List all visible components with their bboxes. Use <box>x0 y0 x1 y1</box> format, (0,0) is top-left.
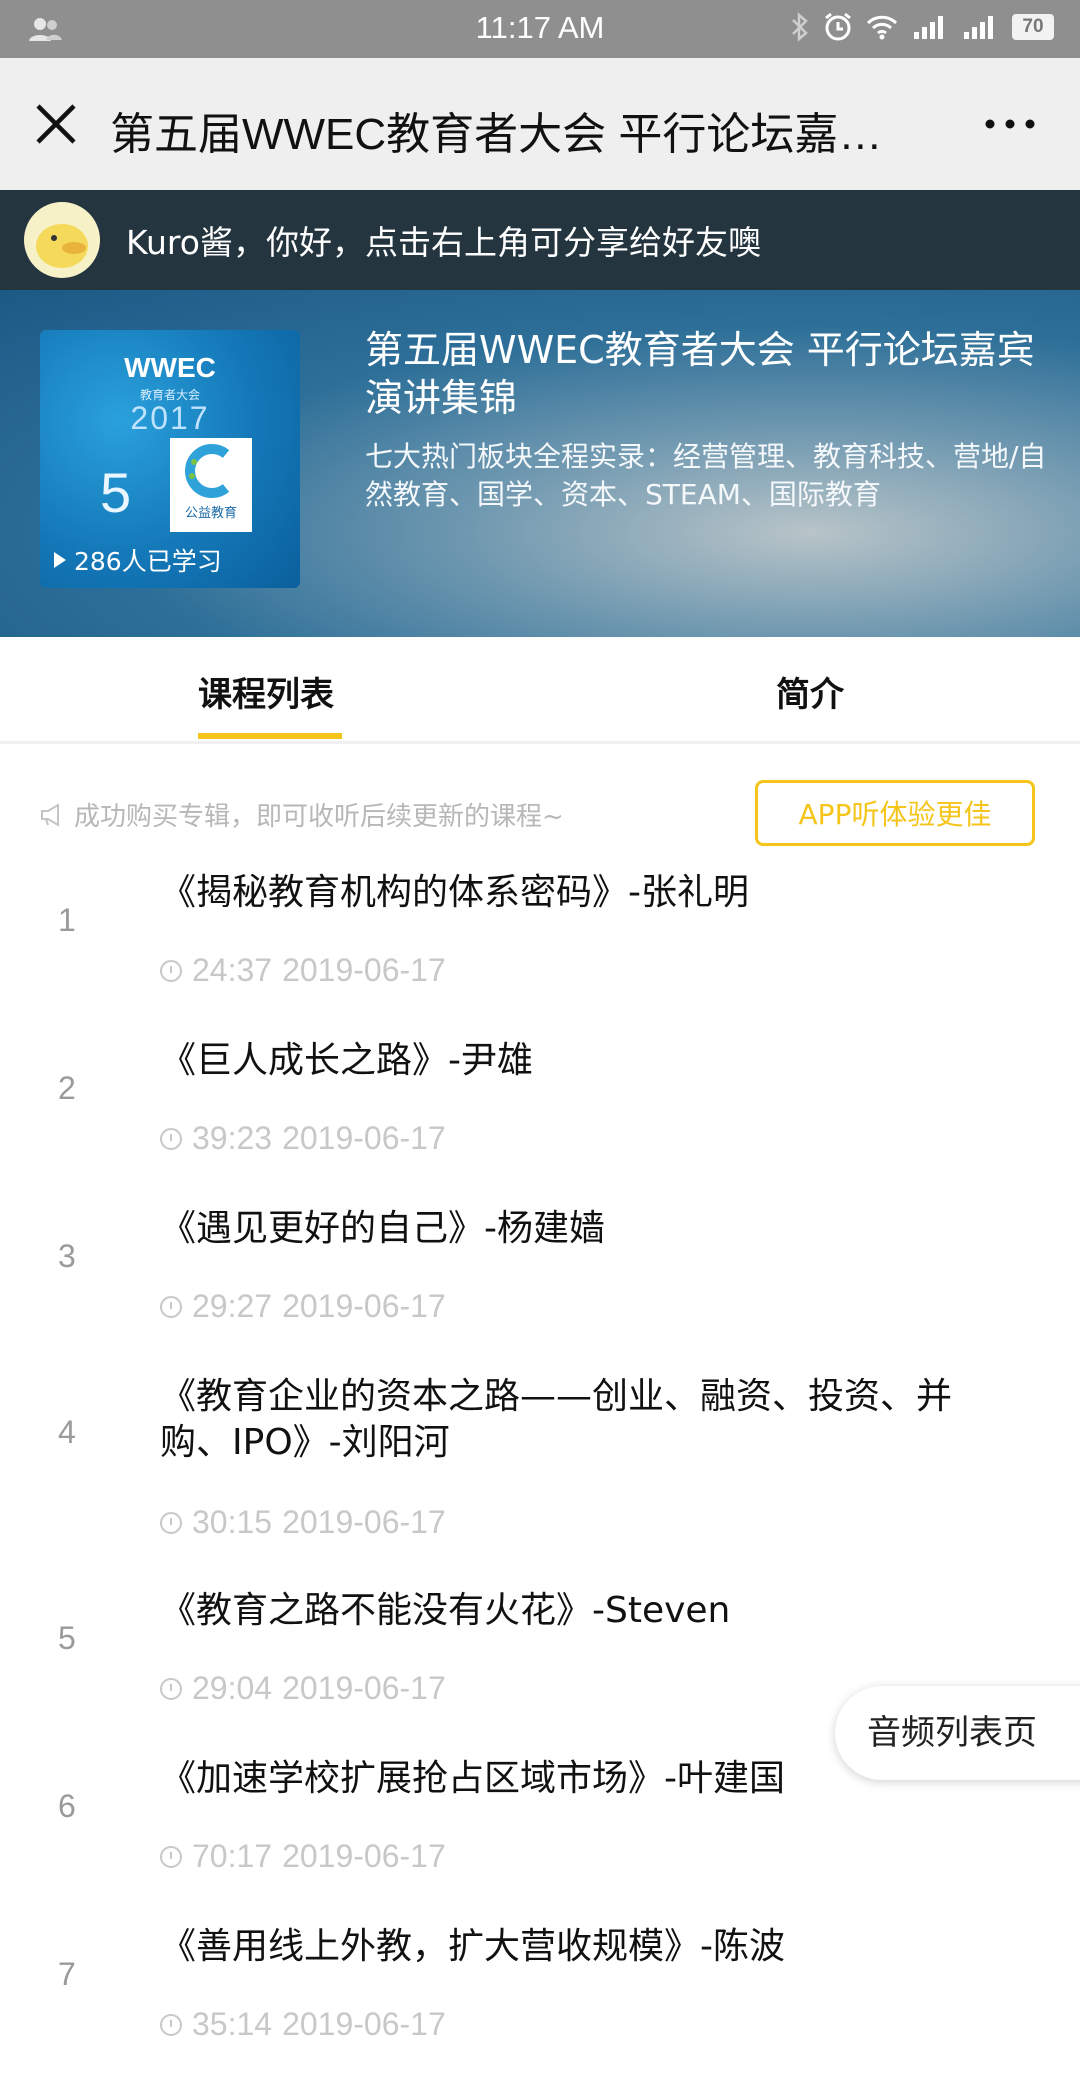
cover-logo: WWEC <box>124 352 216 383</box>
clock-icon <box>160 1845 182 1868</box>
bluetooth-icon <box>792 12 808 42</box>
learner-count: 286人已学习 <box>52 542 222 578</box>
course-number: 6 <box>58 1788 76 1824</box>
course-date: 2019-06-17 <box>282 1288 446 1324</box>
clock-icon <box>160 2013 182 2036</box>
wifi-icon <box>866 15 898 40</box>
status-bar: 11:17 AM 70 <box>0 0 1080 58</box>
tab-intro[interactable]: 简介 <box>776 667 844 716</box>
course-title: 《巨人成长之路》-尹雄 <box>160 1040 533 1081</box>
tab-course-list[interactable]: 课程列表 <box>198 667 334 716</box>
cover-edition: 5 <box>100 461 132 524</box>
course-number: 1 <box>58 902 76 938</box>
battery-icon: 70 <box>1012 14 1054 40</box>
course-date: 2019-06-17 <box>282 1838 446 1874</box>
course-meta: 70:17 2019-06-17 <box>160 1838 446 1875</box>
course-meta: 39:23 2019-06-17 <box>160 1120 446 1157</box>
course-number: 5 <box>58 1620 76 1656</box>
page-title: 第五届WWEC教育者大会 平行论坛嘉… <box>110 110 883 159</box>
course-date: 2019-06-17 <box>282 1504 446 1540</box>
avatar <box>24 202 100 278</box>
course-duration: 29:04 <box>192 1670 273 1706</box>
clock-icon <box>160 1127 182 1150</box>
purchase-notice: 成功购买专辑，即可收听后续更新的课程~ <box>40 796 564 833</box>
course-meta: 30:15 2019-06-17 <box>160 1504 446 1541</box>
course-title: 《教育之路不能没有火花》-Steven <box>160 1590 731 1631</box>
course-duration: 30:15 <box>192 1504 273 1540</box>
clock-icon <box>160 1677 182 1700</box>
course-meta: 29:27 2019-06-17 <box>160 1288 446 1325</box>
course-title: 《善用线上外教，扩大营收规模》-陈波 <box>160 1926 785 1967</box>
course-title: 《遇见更好的自己》-杨建嫱 <box>160 1208 605 1249</box>
album-title: 第五届WWEC教育者大会 平行论坛嘉宾演讲集锦 <box>365 328 1035 420</box>
course-duration: 35:14 <box>192 2006 273 2042</box>
course-duration: 70:17 <box>192 1838 273 1874</box>
list-item[interactable]: 4 《教育企业的资本之路——创业、融资、投资、并购、IPO》-刘阳河 30:15 20… <box>0 1374 1080 1588</box>
alarm-icon <box>825 12 851 41</box>
course-number: 3 <box>58 1238 76 1274</box>
course-duration: 39:23 <box>192 1120 273 1156</box>
badge-logo-icon <box>185 444 230 498</box>
course-date: 2019-06-17 <box>282 1670 446 1706</box>
open-app-button[interactable]: APP听体验更佳 <box>755 780 1035 846</box>
notice-text: 成功购买专辑，即可收听后续更新的课程~ <box>74 802 564 832</box>
signal-2-icon <box>964 16 993 39</box>
course-number: 7 <box>58 1956 76 1992</box>
album-hero: WWEC 教育者大会 2017 5 公益教育 286人已学习 第五届WWEC教育… <box>0 290 1080 637</box>
clock-icon <box>160 1295 182 1318</box>
greeting-text: Kuro酱，你好，点击右上角可分享给好友噢 <box>126 223 761 262</box>
course-meta: 29:04 2019-06-17 <box>160 1670 446 1707</box>
megaphone-icon <box>41 802 59 827</box>
list-item[interactable]: 2 《巨人成长之路》-尹雄 39:23 2019-06-17 <box>0 1038 1080 1206</box>
cover-badge: 公益教育 <box>170 438 252 532</box>
tab-bar: 课程列表 简介 <box>0 637 1080 744</box>
more-icon[interactable] <box>980 106 1040 142</box>
course-duration: 24:37 <box>192 952 273 988</box>
list-item[interactable]: 6 《加速学校扩展抢占区域市场》-叶建国 70:17 2019-06-17 <box>0 1756 1080 1924</box>
close-icon[interactable] <box>30 98 82 150</box>
play-icon <box>54 552 66 568</box>
list-item[interactable]: 3 《遇见更好的自己》-杨建嫱 29:27 2019-06-17 <box>0 1206 1080 1374</box>
learner-count-text: 286人已学习 <box>74 547 222 576</box>
course-meta: 35:14 2019-06-17 <box>160 2006 446 2043</box>
course-number: 4 <box>58 1414 76 1450</box>
course-date: 2019-06-17 <box>282 2006 446 2042</box>
course-duration: 29:27 <box>192 1288 273 1324</box>
audio-list-button[interactable]: 音频列表页 <box>835 1686 1080 1780</box>
course-title: 《揭秘教育机构的体系密码》-张礼明 <box>160 872 749 913</box>
course-date: 2019-06-17 <box>282 1120 446 1156</box>
course-number: 2 <box>58 1070 76 1106</box>
album-description: 七大热门板块全程实录：经营管理、教育科技、营地/自然教育、国学、资本、STEAM… <box>365 440 1047 511</box>
list-item[interactable]: 7 《善用线上外教，扩大营收规模》-陈波 35:14 2019-06-17 <box>0 1924 1080 2092</box>
clock-icon <box>160 959 182 982</box>
course-title: 《教育企业的资本之路——创业、融资、投资、并购、IPO》-刘阳河 <box>160 1376 953 1463</box>
title-bar: 第五届WWEC教育者大会 平行论坛嘉… <box>0 58 1080 190</box>
list-item[interactable]: 1 《揭秘教育机构的体系密码》-张礼明 24:37 2019-06-17 <box>0 870 1080 1038</box>
course-meta: 24:37 2019-06-17 <box>160 952 446 989</box>
signal-icon <box>914 16 943 39</box>
clock-icon <box>160 1511 182 1534</box>
album-cover: WWEC 教育者大会 2017 5 公益教育 286人已学习 <box>40 330 300 588</box>
course-list: 1 《揭秘教育机构的体系密码》-张礼明 24:37 2019-06-17 2 《巨人成长之… <box>0 870 1080 2092</box>
greeting-bar: Kuro酱，你好，点击右上角可分享给好友噢 <box>0 190 1080 290</box>
badge-text: 公益教育 <box>184 506 237 521</box>
course-date: 2019-06-17 <box>282 952 446 988</box>
cover-year: 2017 <box>130 400 210 436</box>
tab-active-indicator <box>198 733 342 739</box>
